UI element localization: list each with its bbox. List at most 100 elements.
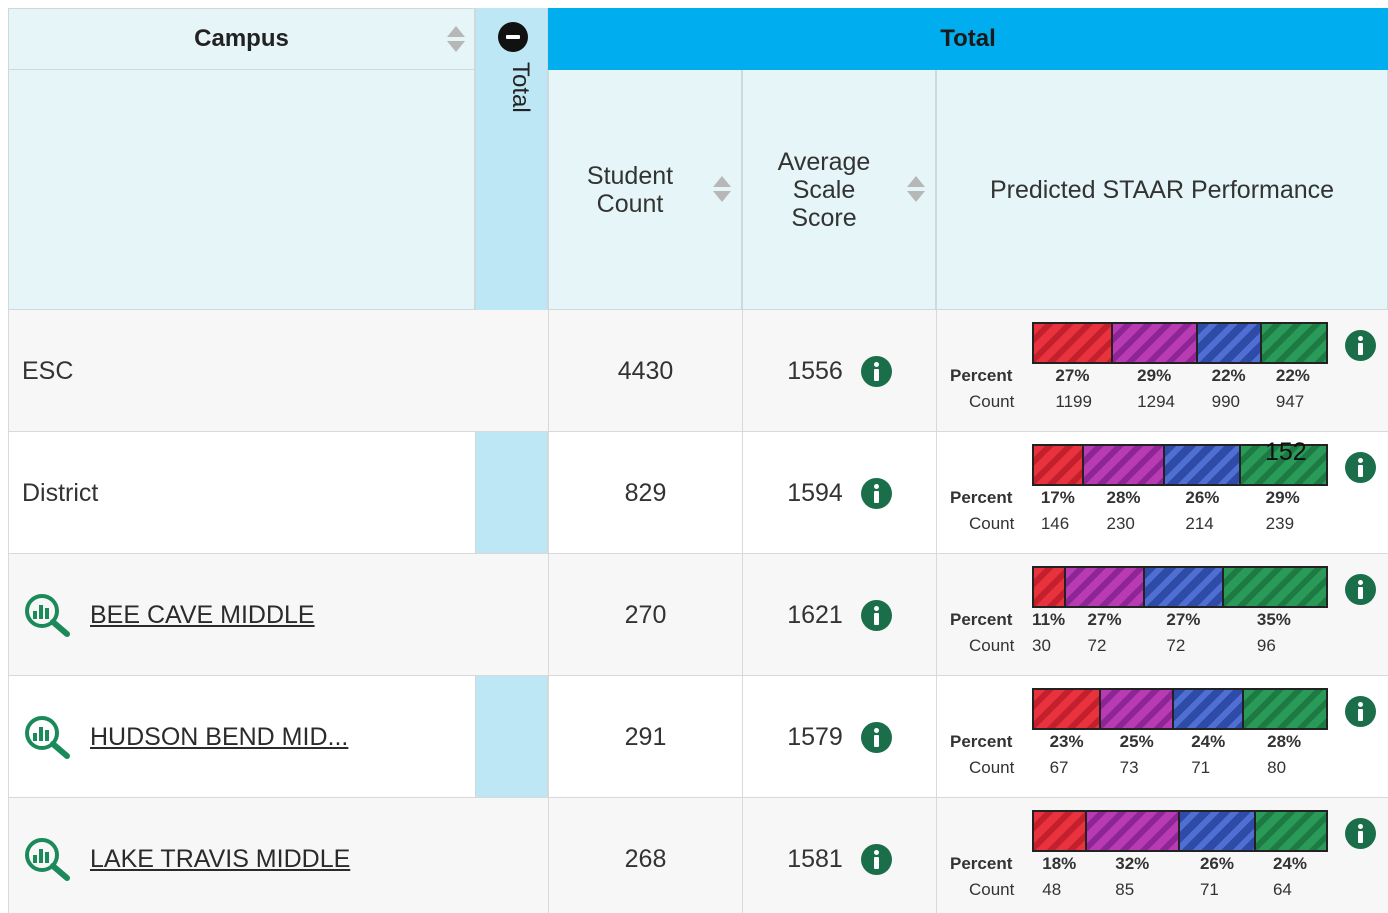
bar-segment-purple[interactable]: [1086, 812, 1180, 850]
segment-percent: 17%: [1040, 488, 1075, 507]
segment-count: 80: [1267, 758, 1287, 777]
info-icon[interactable]: [1345, 452, 1376, 483]
avg-score-cell: 1621: [742, 554, 936, 676]
segment-count: 947: [1275, 392, 1305, 411]
performance-info-button[interactable]: [1345, 818, 1376, 856]
percent-label: Percent: [950, 854, 1013, 873]
segment-percent: 27%: [1087, 610, 1122, 629]
percent-label: Percent: [950, 610, 1013, 629]
segment-percent: 22%: [1275, 366, 1310, 385]
performance-bar[interactable]: [1032, 810, 1328, 852]
count-label: Count: [969, 880, 1015, 899]
performance-bar[interactable]: [1032, 322, 1328, 364]
sort-icon[interactable]: [907, 176, 925, 204]
avg-score-cell: 1556: [742, 310, 936, 432]
bar-segment-purple[interactable]: [1112, 324, 1198, 362]
avg-score-cell: 1581: [742, 798, 936, 913]
segment-percent: 24%: [1191, 732, 1226, 751]
avg-score-column-header[interactable]: Average Scale Score: [742, 70, 936, 310]
segment-count: 990: [1211, 392, 1240, 411]
segment-count: 64: [1272, 880, 1292, 899]
performance-info-button[interactable]: [1345, 330, 1376, 368]
campus-header-label: Campus: [194, 25, 289, 52]
campus-report-icon[interactable]: [22, 715, 72, 759]
info-icon[interactable]: [1345, 330, 1376, 361]
info-icon[interactable]: [1345, 574, 1376, 605]
bar-segment-purple[interactable]: [1083, 446, 1166, 484]
info-icon[interactable]: [1345, 696, 1376, 727]
segment-percent: 32%: [1115, 854, 1150, 873]
bar-segment-purple[interactable]: [1101, 690, 1175, 728]
bar-segment-blue[interactable]: [1197, 324, 1262, 362]
bar-segment-blue[interactable]: [1179, 812, 1256, 850]
segment-percent: 35%: [1256, 610, 1291, 629]
performance-info-button[interactable]: [1345, 452, 1376, 490]
student-count-value: 4430: [617, 356, 674, 385]
bar-segment-blue[interactable]: [1174, 690, 1245, 728]
bar-segment-green[interactable]: [1261, 324, 1326, 362]
student-count-cell: 4430: [548, 310, 742, 432]
campus-link[interactable]: HUDSON BEND MID...: [90, 723, 348, 752]
bar-segment-blue[interactable]: [1144, 568, 1224, 606]
bar-segment-purple[interactable]: [1066, 568, 1145, 606]
percent-label: Percent: [950, 366, 1013, 385]
campus-cell: BEE CAVE MIDDLE: [8, 554, 475, 676]
bar-segment-red[interactable]: [1034, 568, 1067, 606]
bar-segment-red[interactable]: [1034, 812, 1087, 850]
campus-report-icon[interactable]: [22, 837, 72, 881]
bar-segment-green[interactable]: [1223, 568, 1326, 606]
info-icon[interactable]: [860, 355, 892, 387]
campus-cell: ESC: [8, 310, 475, 432]
bar-segment-green[interactable]: [1255, 812, 1326, 850]
bar-segment-red[interactable]: [1034, 446, 1084, 484]
avg-score-value: 1621: [787, 600, 843, 629]
count-label: Count: [969, 636, 1015, 655]
campus-column-header[interactable]: Campus: [8, 8, 475, 70]
performance-cell: Percent Count 17% 146 28% 230 26% 214 29% 239 15…: [936, 432, 1388, 554]
sort-icon[interactable]: [713, 176, 731, 204]
table-row: BEE CAVE MIDDLE 270 1621 Percent Count 1…: [8, 554, 1388, 676]
performance-table: Campus Total Total Student Count Average…: [8, 8, 1388, 913]
avg-score-value: 1581: [787, 844, 843, 873]
segment-percent: 18%: [1042, 854, 1077, 873]
segment-percent: 11%: [1032, 610, 1066, 629]
performance-info-button[interactable]: [1345, 696, 1376, 734]
info-icon[interactable]: [860, 843, 892, 875]
student-count-header-label: Student Count: [586, 161, 674, 218]
segment-percent: 26%: [1185, 488, 1220, 507]
student-count-cell: 268: [548, 798, 742, 913]
bar-segment-red[interactable]: [1034, 690, 1102, 728]
total-strip-label: Total: [507, 62, 534, 113]
segment-percent: 25%: [1119, 732, 1154, 751]
segment-count: 48: [1042, 880, 1062, 899]
info-icon[interactable]: [860, 721, 892, 753]
performance-bar[interactable]: [1032, 688, 1328, 730]
segment-percent: 27%: [1166, 610, 1201, 629]
info-icon[interactable]: [860, 477, 892, 509]
bar-segment-blue[interactable]: [1165, 446, 1242, 484]
table-row: LAKE TRAVIS MIDDLE 268 1581 Percent Coun…: [8, 798, 1388, 913]
performance-bar[interactable]: [1032, 566, 1328, 608]
student-count-column-header[interactable]: Student Count: [548, 70, 742, 310]
performance-info-button[interactable]: [1345, 574, 1376, 612]
info-icon[interactable]: [1345, 818, 1376, 849]
count-label: Count: [969, 392, 1015, 411]
segment-percent: 27%: [1055, 366, 1090, 385]
collapse-minus-icon[interactable]: [498, 22, 528, 52]
sort-icon[interactable]: [447, 26, 465, 54]
info-icon[interactable]: [860, 599, 892, 631]
campus-cell: LAKE TRAVIS MIDDLE: [8, 798, 475, 913]
bar-segment-red[interactable]: [1034, 324, 1113, 362]
segment-percent: 22%: [1211, 366, 1246, 385]
segment-percent: 28%: [1267, 732, 1302, 751]
campus-name: District: [22, 478, 99, 507]
campus-name: ESC: [22, 356, 74, 385]
bar-segment-green[interactable]: [1244, 690, 1326, 728]
campus-report-icon[interactable]: [22, 593, 72, 637]
student-count-value: 270: [624, 600, 667, 629]
segment-count: 1294: [1137, 392, 1175, 411]
performance-cell: Percent Count 11% 30 27% 72 27% 72 35% 96: [936, 554, 1388, 676]
campus-link[interactable]: BEE CAVE MIDDLE: [90, 601, 315, 630]
performance-cell: Percent Count 27% 1199 29% 1294 22% 990 22% 947: [936, 310, 1388, 432]
campus-link[interactable]: LAKE TRAVIS MIDDLE: [90, 845, 350, 874]
